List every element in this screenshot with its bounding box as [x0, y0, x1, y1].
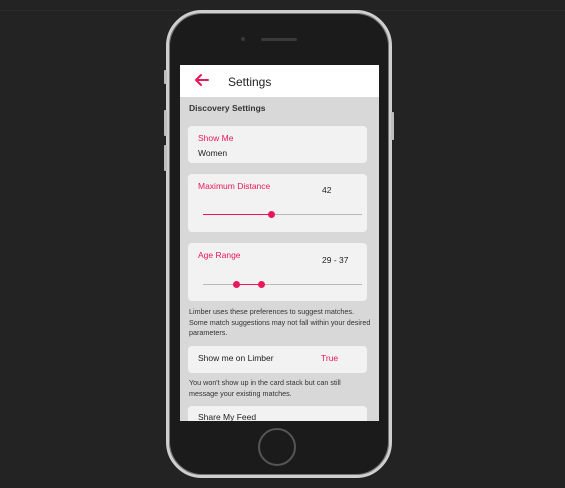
visibility-note: You won't show up in the card stack but …	[189, 378, 341, 398]
age-range-card: Age Range 29 - 37	[188, 243, 367, 301]
age-slider-low-thumb[interactable]	[232, 281, 240, 288]
show-me-on-limber-value[interactable]: True	[321, 353, 338, 363]
app-screen: Settings Discovery Settings Show Me Wome…	[180, 65, 379, 421]
max-distance-value: 42	[322, 185, 332, 195]
distance-slider-thumb[interactable]	[267, 211, 275, 218]
show-me-value: Women	[198, 148, 228, 158]
show-me-card[interactable]: Show Me Women	[188, 126, 367, 163]
show-me-on-limber-label: Show me on Limber	[198, 353, 274, 363]
back-arrow-icon[interactable]	[194, 72, 210, 88]
age-slider-high-thumb[interactable]	[258, 281, 266, 288]
page-title: Settings	[228, 75, 272, 89]
top-bar: Settings	[180, 65, 379, 97]
front-camera	[241, 37, 245, 41]
distance-slider-fill	[203, 214, 272, 215]
max-distance-label: Maximum Distance	[198, 181, 271, 191]
share-my-feed-label: Share My Feed	[198, 412, 257, 421]
age-range-value: 29 - 37	[322, 255, 349, 265]
mute-switch	[164, 70, 167, 84]
age-slider-track[interactable]	[203, 284, 362, 285]
show-me-on-limber-row[interactable]: Show me on Limber True	[188, 346, 367, 373]
age-range-label: Age Range	[198, 250, 241, 260]
share-my-feed-row[interactable]: Share My Feed	[188, 406, 367, 421]
volume-up-button	[164, 110, 167, 136]
show-me-label: Show Me	[198, 133, 234, 143]
power-button	[391, 112, 394, 140]
earpiece-speaker	[261, 38, 297, 41]
section-title: Discovery Settings	[189, 103, 266, 113]
volume-down-button	[164, 145, 167, 171]
home-button[interactable]	[258, 428, 296, 466]
discovery-note: Limber uses these preferences to suggest…	[189, 307, 371, 337]
max-distance-card: Maximum Distance 42	[188, 174, 367, 232]
